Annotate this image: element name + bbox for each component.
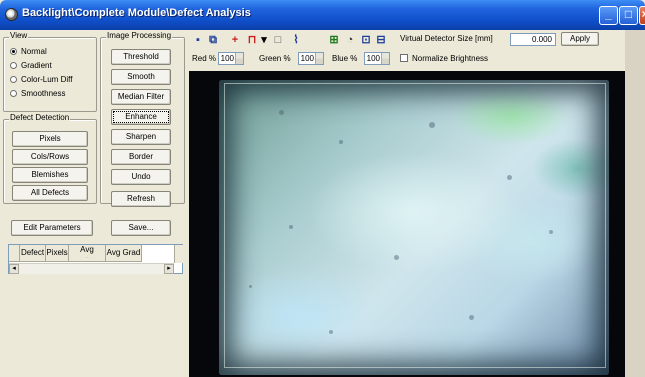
undo-button[interactable]: Undo [111,169,171,185]
control-panel: View Normal Gradient Color-Lum Diff Smoo… [0,30,188,377]
view-color-lum-diff-radio[interactable]: Color-Lum Diff [10,75,72,84]
save-icon[interactable]: ▪ [192,34,204,46]
normalize-brightness-checkbox[interactable] [400,54,408,62]
copy-icon[interactable]: ⧉ [207,34,219,46]
view-normal-radio[interactable]: Normal [10,47,47,56]
toolbar: ▪ ⧉ + ⊓ ▾ □ ⌇ ⊞ ◔ ⊡ ⊟ Virtual Detector S… [188,30,645,70]
title-bar: Backlight\Complete Module\Defect Analysi… [0,0,645,30]
roi-icon[interactable]: ⊓ [246,34,258,46]
view-gradient-radio[interactable]: Gradient [10,61,52,70]
radio-label: Smoothness [21,89,66,98]
sharpen-button[interactable]: Sharpen [111,129,171,145]
crosshair-icon[interactable]: + [229,34,241,46]
red-label: Red % [192,54,217,63]
threshold-button[interactable]: Threshold [111,49,171,65]
avg-sublabel: ... [85,254,89,259]
column-header-avg-grad[interactable]: Avg Grad [106,245,142,262]
green-label: Green % [259,54,291,63]
overlay-icon[interactable]: ◔ [344,34,356,46]
median-filter-button[interactable]: Median Filter [111,89,171,105]
rectangle-icon[interactable]: □ [272,34,284,46]
window-edge [625,30,645,377]
line-profile-icon[interactable]: ⌇ [290,34,302,46]
radio-indicator [10,90,17,97]
app-icon[interactable] [5,8,18,21]
image-processing-title: Image Processing [106,31,173,40]
blue-label: Blue % [332,54,358,63]
all-defects-button[interactable]: All Defects [12,185,88,201]
vertical-scrollbar[interactable] [174,245,183,263]
scroll-left-icon[interactable]: ◂ [9,264,19,274]
radio-label: Normal [21,47,47,56]
maximize-button[interactable]: □ [619,6,638,25]
export-icon[interactable]: ⊟ [375,34,387,46]
view-smoothness-radio[interactable]: Smoothness [10,89,65,98]
scroll-right-icon[interactable]: ▸ [164,264,174,274]
cols-rows-button[interactable]: Cols/Rows [12,149,88,165]
view-group-title: View [9,31,29,40]
save-button[interactable]: Save... [111,220,171,236]
radio-label: Gradient [21,61,52,70]
roi-frame [224,83,606,368]
normalize-brightness-label: Normalize Brightness [412,54,489,63]
blue-spinner[interactable]: 100 [364,52,390,65]
defect-detection-title: Defect Detection [9,113,71,122]
border-button[interactable]: Border [111,149,171,165]
pixels-button[interactable]: Pixels [12,131,88,147]
radio-indicator [10,48,17,55]
defect-detection-group: Defect Detection Pixels Cols/Rows Blemis… [3,113,97,204]
radio-label: Color-Lum Diff [21,75,73,84]
refresh-button[interactable]: Refresh [111,191,171,207]
edit-parameters-button[interactable]: Edit Parameters [11,220,93,236]
virtual-detector-label: Virtual Detector Size [mm] [400,34,493,43]
horizontal-scrollbar[interactable]: ◂ ▸ [9,263,174,274]
view-group: View Normal Gradient Color-Lum Diff Smoo… [3,31,97,112]
defect-table[interactable]: Defect Pixels Avg ... Avg Grad ◂ ▸ [8,244,183,274]
histogram-icon[interactable]: ⊞ [328,34,340,46]
minimize-button[interactable]: _ [599,6,618,25]
zoom-icon[interactable]: ⊡ [360,34,372,46]
window-title: Backlight\Complete Module\Defect Analysi… [22,7,251,19]
enhance-button[interactable]: Enhance [111,109,171,125]
smooth-button[interactable]: Smooth [111,69,171,85]
column-header-defect[interactable]: Defect [20,245,46,262]
image-processing-group: Image Processing Threshold Smooth Median… [100,31,185,207]
dropdown-icon[interactable]: ▾ [258,34,270,46]
column-header-pixels[interactable]: Pixels [46,245,69,262]
column-header-avg[interactable]: Avg ... [69,245,106,262]
close-button[interactable]: × [639,6,645,25]
image-viewer[interactable] [189,71,645,377]
row-header-cell [9,245,20,262]
red-spinner[interactable]: 100 [218,52,244,65]
virtual-detector-input[interactable]: 0.000 [510,33,556,46]
blemishes-button[interactable]: Blemishes [12,167,88,183]
radio-indicator [10,76,17,83]
apply-button[interactable]: Apply [561,32,599,46]
radio-indicator [10,62,17,69]
green-spinner[interactable]: 100 [298,52,324,65]
